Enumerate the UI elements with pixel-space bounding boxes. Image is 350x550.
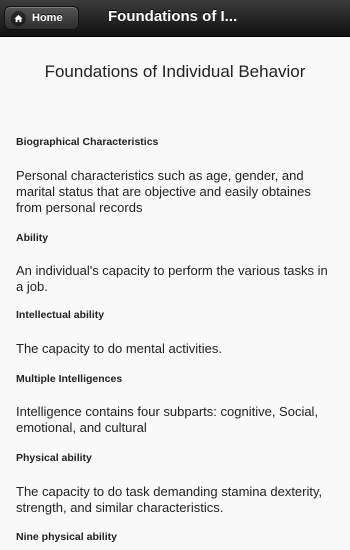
header-title: Foundations of I... (108, 8, 238, 25)
section-text-biographical: Personal characteristics such as age, ge… (16, 168, 311, 215)
section-text-multiple-intelligences: Intelligence contains four subparts: cog… (16, 404, 319, 435)
home-button[interactable]: Home (4, 6, 79, 30)
home-button-label: Home (32, 12, 63, 24)
page-title: Foundations of Individual Behavior (44, 62, 306, 81)
section-text-intellectual: The capacity to do mental activities. (16, 341, 222, 356)
content-list: Biographical Characteristics Personal ch… (16, 136, 338, 543)
section-heading-biographical: Biographical Characteristics (16, 136, 159, 148)
section-text-ability: An individual's capacity to perform the … (16, 263, 328, 294)
section-heading-intellectual: Intellectual ability (16, 309, 105, 321)
home-icon (11, 10, 26, 26)
section-text-physical: The capacity to do task demanding stamin… (16, 484, 323, 515)
section-heading-physical: Physical ability (16, 452, 92, 464)
section-heading-nine-physical: Nine physical ability (16, 531, 117, 543)
section-heading-multiple-intelligences: Multiple Intelligences (16, 373, 123, 385)
header-bar: Home Foundations of I... (0, 0, 350, 37)
section-heading-ability: Ability (16, 232, 49, 244)
